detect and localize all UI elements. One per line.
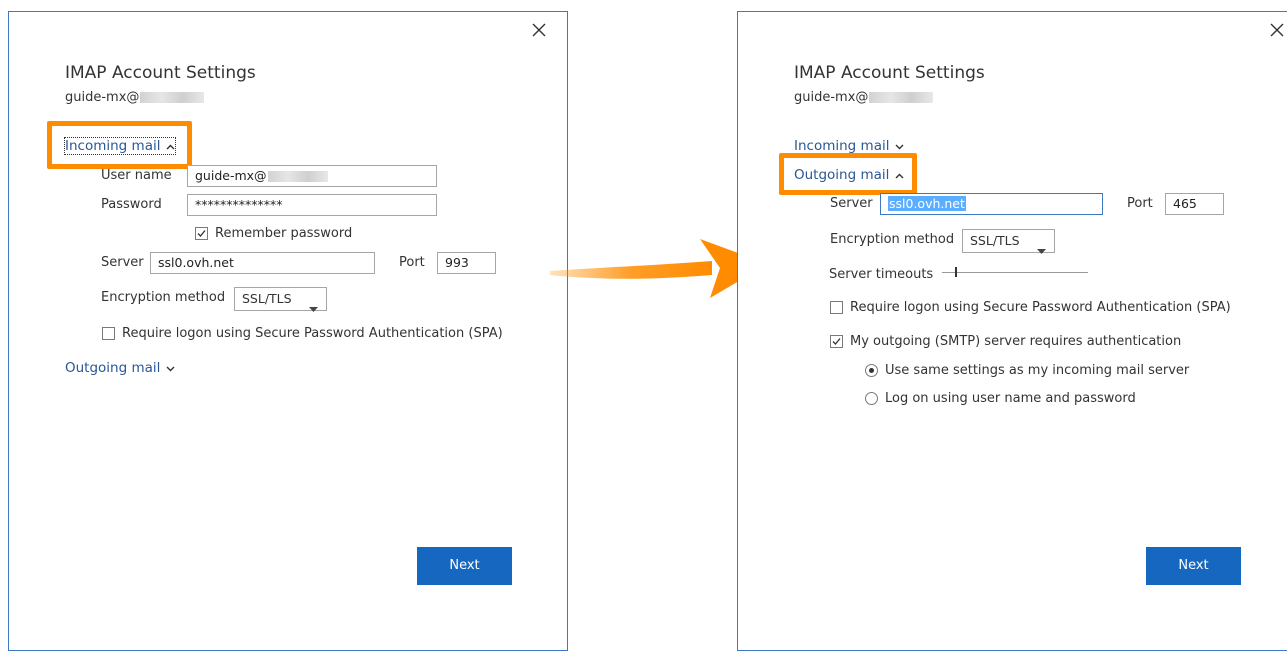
left-dialog: IMAP Account Settings guide-mx@ Incoming…	[8, 11, 568, 651]
chevron-up-icon	[166, 138, 175, 154]
server-timeouts-slider-thumb[interactable]	[955, 267, 957, 277]
server-timeouts-label: Server timeouts	[829, 267, 934, 282]
server-label: Server	[101, 255, 144, 270]
password-input[interactable]: **************	[187, 194, 437, 216]
encryption-method-value: SSL/TLS	[970, 233, 1020, 248]
redacted-domain	[869, 92, 934, 103]
port-label: Port	[399, 255, 425, 270]
user-name-input[interactable]: guide-mx@	[187, 165, 437, 187]
incoming-mail-toggle[interactable]: Incoming mail	[63, 137, 177, 155]
outgoing-mail-toggle[interactable]: Outgoing mail	[65, 360, 175, 376]
next-button[interactable]: Next	[417, 547, 512, 585]
encryption-method-label: Encryption method	[830, 232, 955, 247]
spa-checkbox[interactable]	[830, 301, 843, 314]
redacted-domain	[267, 171, 328, 182]
encryption-method-select[interactable]: SSL/TLS	[962, 229, 1055, 254]
user-name-value: guide-mx@	[195, 168, 267, 183]
port-label: Port	[1127, 196, 1153, 211]
account-address: guide-mx@	[65, 90, 205, 105]
encryption-method-label: Encryption method	[101, 290, 226, 305]
server-timeouts-slider-track[interactable]	[942, 272, 1088, 273]
spa-label: Require logon using Secure Password Auth…	[850, 300, 1231, 315]
chevron-down-icon	[166, 360, 175, 376]
account-address: guide-mx@	[794, 90, 934, 105]
account-address-text: guide-mx@	[794, 90, 869, 105]
remember-password-checkbox[interactable]	[195, 227, 208, 240]
redacted-domain	[140, 92, 205, 103]
dropdown-arrow-icon	[309, 297, 318, 319]
incoming-mail-label: Incoming mail	[794, 138, 890, 154]
spa-checkbox[interactable]	[102, 327, 115, 340]
outgoing-mail-label: Outgoing mail	[65, 360, 161, 376]
right-dialog: IMAP Account Settings guide-mx@ Incoming…	[737, 11, 1287, 651]
server-input[interactable]: ssl0.ovh.net	[150, 252, 375, 274]
close-icon[interactable]	[531, 22, 547, 38]
next-button[interactable]: Next	[1146, 547, 1241, 585]
encryption-method-value: SSL/TLS	[242, 291, 292, 306]
smtp-auth-label: My outgoing (SMTP) server requires authe…	[850, 334, 1182, 349]
user-name-label: User name	[101, 168, 172, 183]
server-label: Server	[830, 196, 873, 211]
remember-password-label: Remember password	[215, 226, 353, 241]
account-address-text: guide-mx@	[65, 90, 140, 105]
dropdown-arrow-icon	[1037, 239, 1046, 261]
radio-selected-dot	[869, 368, 874, 373]
log-on-label: Log on using user name and password	[885, 391, 1136, 406]
password-label: Password	[101, 197, 162, 212]
chevron-up-icon	[895, 167, 904, 183]
server-input[interactable]: ssl0.ovh.net	[880, 193, 1103, 215]
spa-label: Require logon using Secure Password Auth…	[122, 326, 503, 341]
encryption-method-select[interactable]: SSL/TLS	[234, 287, 327, 312]
incoming-mail-toggle[interactable]: Incoming mail	[794, 138, 904, 154]
server-value: ssl0.ovh.net	[888, 196, 966, 211]
close-icon[interactable]	[1269, 22, 1285, 38]
dialog-title: IMAP Account Settings	[65, 63, 256, 83]
smtp-auth-checkbox[interactable]	[830, 335, 843, 348]
port-input[interactable]: 465	[1165, 193, 1224, 215]
outgoing-mail-toggle[interactable]: Outgoing mail	[794, 167, 904, 183]
chevron-down-icon	[895, 138, 904, 154]
log-on-radio[interactable]	[865, 392, 878, 405]
outgoing-mail-label: Outgoing mail	[794, 167, 890, 183]
incoming-mail-label: Incoming mail	[65, 138, 161, 154]
same-settings-label: Use same settings as my incoming mail se…	[885, 363, 1190, 378]
same-settings-radio[interactable]	[865, 364, 878, 377]
port-input[interactable]: 993	[437, 252, 496, 274]
dialog-title: IMAP Account Settings	[794, 63, 985, 83]
